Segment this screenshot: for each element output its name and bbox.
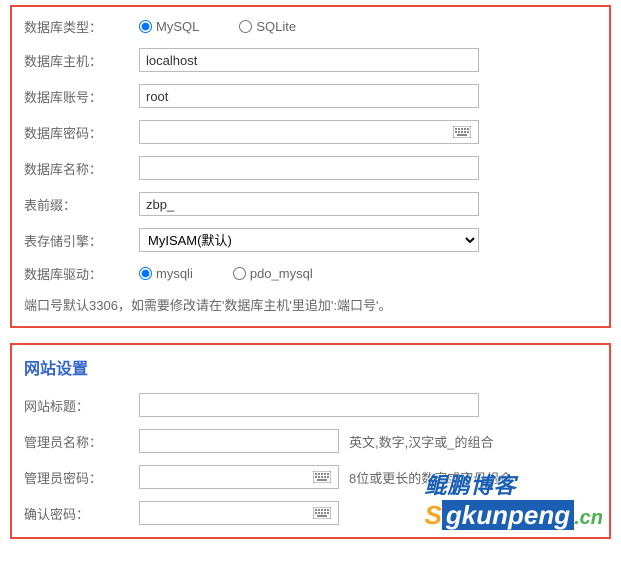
db-type-label: 数据库类型：	[24, 17, 139, 36]
site-title-input[interactable]	[139, 393, 479, 417]
db-driver-label: 数据库驱动：	[24, 264, 139, 283]
site-title-label: 网站标题：	[24, 396, 139, 415]
admin-password-input[interactable]	[139, 465, 339, 489]
db-password-input[interactable]	[139, 120, 479, 144]
confirm-password-label: 确认密码：	[24, 504, 139, 523]
db-driver-pdo-radio[interactable]	[233, 267, 246, 280]
watermark: 鲲鹏博客 Sgkunpeng.cn	[425, 468, 603, 531]
confirm-password-input[interactable]	[139, 501, 339, 525]
db-driver-pdo-label: pdo_mysql	[250, 266, 313, 281]
database-settings-panel: 数据库类型： MySQL SQLite 数据库主机： 数据库账号： 数据库密码：	[10, 5, 611, 328]
db-type-mysql-option[interactable]: MySQL	[139, 19, 199, 34]
db-prefix-label: 表前缀：	[24, 195, 139, 214]
watermark-s: S	[425, 500, 442, 530]
db-user-input[interactable]	[139, 84, 479, 108]
db-password-label: 数据库密码：	[24, 123, 139, 142]
db-type-mysql-radio[interactable]	[139, 20, 152, 33]
db-driver-mysqli-radio[interactable]	[139, 267, 152, 280]
db-type-radio-group: MySQL SQLite	[139, 19, 296, 34]
watermark-domain: gkunpeng	[442, 500, 574, 530]
db-driver-mysqli-option[interactable]: mysqli	[139, 266, 193, 281]
db-name-input[interactable]	[139, 156, 479, 180]
admin-password-label: 管理员密码：	[24, 468, 139, 487]
keyboard-icon	[451, 125, 473, 139]
db-type-mysql-label: MySQL	[156, 19, 199, 34]
db-host-label: 数据库主机：	[24, 51, 139, 70]
admin-name-input[interactable]	[139, 429, 339, 453]
db-driver-radio-group: mysqli pdo_mysql	[139, 266, 313, 281]
db-prefix-input[interactable]	[139, 192, 479, 216]
admin-name-hint: 英文,数字,汉字或_的组合	[349, 432, 493, 451]
admin-name-label: 管理员名称：	[24, 432, 139, 451]
db-type-sqlite-radio[interactable]	[239, 20, 252, 33]
keyboard-icon	[311, 470, 333, 484]
db-user-label: 数据库账号：	[24, 87, 139, 106]
db-type-sqlite-label: SQLite	[256, 19, 296, 34]
db-engine-label: 表存储引擎：	[24, 231, 139, 250]
watermark-cn: .cn	[574, 507, 603, 529]
db-driver-pdo-option[interactable]: pdo_mysql	[233, 266, 313, 281]
db-driver-mysqli-label: mysqli	[156, 266, 193, 281]
watermark-bottom: Sgkunpeng.cn	[425, 500, 603, 531]
db-name-label: 数据库名称：	[24, 159, 139, 178]
db-host-input[interactable]	[139, 48, 479, 72]
keyboard-icon	[311, 506, 333, 520]
db-type-sqlite-option[interactable]: SQLite	[239, 19, 296, 34]
db-engine-select[interactable]: MyISAM(默认)	[139, 228, 479, 252]
site-settings-title: 网站设置	[24, 355, 597, 379]
watermark-top: 鲲鹏博客	[425, 468, 603, 500]
db-port-note: 端口号默认3306，如需要修改请在'数据库主机'里追加':端口号'。	[24, 295, 597, 314]
